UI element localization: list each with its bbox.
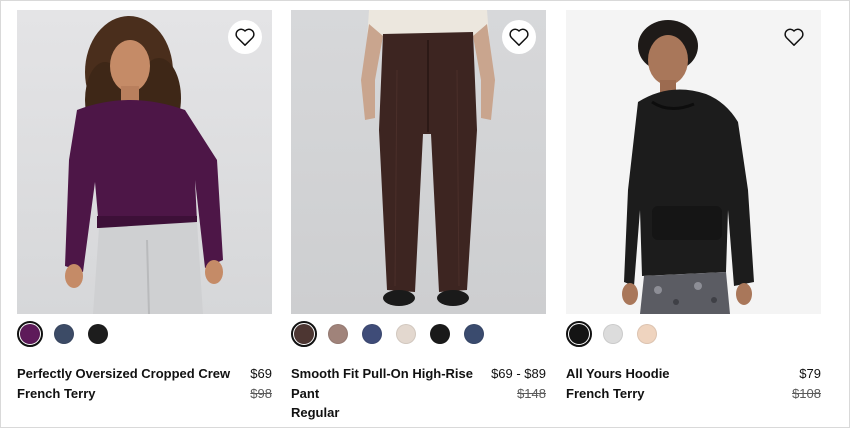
color-swatch[interactable]	[359, 321, 385, 347]
heart-outline-icon	[509, 28, 529, 46]
color-swatches	[291, 320, 546, 348]
product-name-line: Regular	[291, 405, 340, 420]
color-swatch[interactable]	[291, 321, 317, 347]
color-swatch[interactable]	[427, 321, 453, 347]
color-swatches	[17, 320, 272, 348]
swatch-color	[328, 324, 348, 344]
swatch-color	[362, 324, 382, 344]
product-name-line: Smooth Fit Pull-On High-Rise	[291, 366, 473, 381]
product-image[interactable]	[566, 10, 821, 314]
wishlist-button[interactable]	[777, 20, 811, 54]
color-swatch[interactable]	[17, 321, 43, 347]
swatch-color	[396, 324, 416, 344]
swatch-color	[294, 324, 314, 344]
product-name-link[interactable]: All Yours Hoodie French Terry	[566, 364, 751, 403]
product-card: All Yours Hoodie French Terry $79 $108	[566, 10, 821, 403]
sale-price: $69 - $89	[491, 366, 546, 381]
swatch-color	[637, 324, 657, 344]
product-card: Perfectly Oversized Cropped Crew French …	[17, 10, 272, 403]
product-name-link[interactable]: Smooth Fit Pull-On High-Rise Pant Regula…	[291, 364, 476, 423]
swatch-color	[569, 324, 589, 344]
swatch-color	[430, 324, 450, 344]
product-name-link[interactable]: Perfectly Oversized Cropped Crew French …	[17, 364, 231, 403]
sale-price: $79	[799, 366, 821, 381]
product-name-line: Pant	[291, 385, 320, 401]
original-price: $148	[517, 385, 546, 401]
color-swatch[interactable]	[461, 321, 487, 347]
color-swatch[interactable]	[51, 321, 77, 347]
color-swatch[interactable]	[566, 321, 592, 347]
swatch-color	[88, 324, 108, 344]
product-image[interactable]	[17, 10, 272, 314]
product-name-line: All Yours Hoodie	[566, 366, 670, 381]
sale-price: $69	[250, 366, 272, 381]
heart-outline-icon	[235, 28, 255, 46]
color-swatch[interactable]	[325, 321, 351, 347]
color-swatch[interactable]	[393, 321, 419, 347]
product-name-line: French Terry	[566, 385, 645, 401]
wishlist-button[interactable]	[502, 20, 536, 54]
product-card: Smooth Fit Pull-On High-Rise Pant Regula…	[291, 10, 546, 423]
product-name-line: Perfectly Oversized Cropped Crew	[17, 366, 231, 381]
swatch-color	[20, 324, 40, 344]
color-swatch[interactable]	[85, 321, 111, 347]
original-price: $98	[250, 385, 272, 401]
product-name-line: French Terry	[17, 385, 96, 401]
color-swatch[interactable]	[600, 321, 626, 347]
swatch-color	[603, 324, 623, 344]
wishlist-button[interactable]	[228, 20, 262, 54]
swatch-color	[464, 324, 484, 344]
color-swatches	[566, 320, 821, 348]
color-swatch[interactable]	[634, 321, 660, 347]
swatch-color	[54, 324, 74, 344]
heart-outline-icon	[784, 28, 804, 46]
product-image[interactable]	[291, 10, 546, 314]
original-price: $108	[792, 385, 821, 401]
